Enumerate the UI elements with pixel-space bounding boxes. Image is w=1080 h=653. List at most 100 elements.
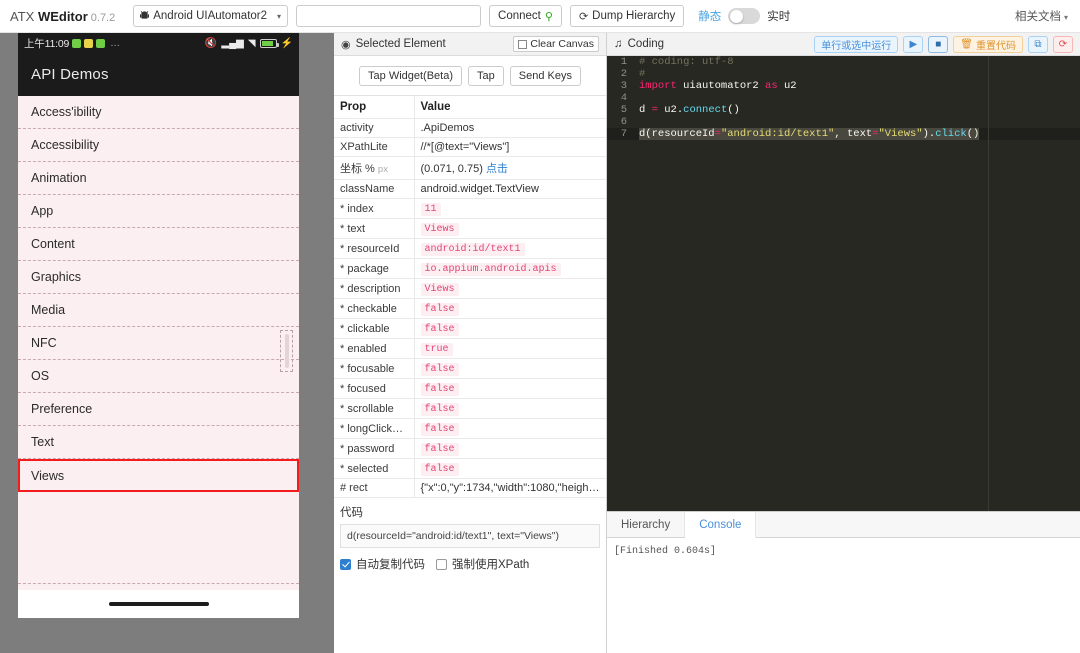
refresh-icon[interactable]: ⟳ xyxy=(1053,35,1073,53)
auto-copy-label[interactable]: 自动复制代码 xyxy=(356,556,425,572)
list-item[interactable]: Access'ibility xyxy=(18,96,299,129)
prop-value: {"x":0,"y":1734,"width":1080,"height":13… xyxy=(413,478,606,498)
prop-key: * resourceId xyxy=(334,238,414,259)
tab-hierarchy[interactable]: Hierarchy xyxy=(607,512,686,537)
list-item[interactable]: Accessibility xyxy=(18,129,299,162)
tab-console[interactable]: Console xyxy=(685,512,757,538)
stop-icon[interactable]: ■ xyxy=(928,35,949,53)
auto-copy-checkbox[interactable] xyxy=(340,558,351,570)
table-row: * selected false xyxy=(334,458,606,479)
device-serial-input[interactable] xyxy=(296,5,482,27)
list-item[interactable]: Media xyxy=(18,294,299,327)
click-coordinate-link[interactable]: 点击 xyxy=(486,163,508,175)
code-token: , text xyxy=(834,128,873,140)
prop-key: * password xyxy=(334,438,414,459)
table-row: * text Views xyxy=(334,218,606,239)
line-number: 1 xyxy=(620,56,627,68)
plug-icon: ⚲ xyxy=(544,10,553,23)
code-line[interactable]: 2 # xyxy=(607,68,1080,80)
list-item[interactable]: OS xyxy=(18,360,299,393)
list-item-selected[interactable]: Views xyxy=(18,459,299,492)
run-selection-button[interactable]: 单行或选中运行 xyxy=(814,35,899,53)
related-docs-menu[interactable]: 相关文档 ▾ xyxy=(1015,8,1068,24)
battery-icon xyxy=(259,39,279,48)
prop-value-chip: Views xyxy=(420,223,459,236)
brand-prefix: ATX xyxy=(10,8,38,24)
force-xpath-checkbox[interactable] xyxy=(436,558,447,570)
console-output-area[interactable]: [Finished 0.604s] xyxy=(607,538,1080,653)
prop-key: * focused xyxy=(334,378,414,399)
prop-value: false xyxy=(413,298,606,319)
brand-name: WEditor xyxy=(37,8,88,24)
list-item[interactable]: NFC xyxy=(18,327,299,360)
line-number: 6 xyxy=(620,116,627,128)
list-item[interactable]: Text xyxy=(18,426,299,459)
chevron-down-icon: ▾ xyxy=(277,11,282,21)
clear-canvas-button[interactable]: Clear Canvas xyxy=(513,36,599,52)
line-number: 7 xyxy=(620,128,627,140)
connect-button[interactable]: Connect ⚲ xyxy=(489,5,562,27)
list-item-label: Views xyxy=(31,468,65,483)
reset-code-button[interactable]: 🗑 重置代码 xyxy=(953,35,1023,53)
code-line[interactable]: 6 xyxy=(607,116,1080,128)
generated-code-box[interactable]: d(resourceId="android:id/text1", text="V… xyxy=(340,524,600,548)
prop-key: activity xyxy=(334,118,414,138)
prop-value-chip: false xyxy=(420,423,459,436)
line-text: import uiautomator2 as u2 xyxy=(633,80,797,92)
statusbar-time: 上午11:09 xyxy=(24,38,70,50)
music-note-icon: ♫ xyxy=(614,38,623,50)
table-row: * package io.appium.android.apis xyxy=(334,258,606,279)
copy-icon[interactable]: ⧉ xyxy=(1028,35,1048,53)
tap-widget-button[interactable]: Tap Widget(Beta) xyxy=(359,66,463,86)
code-line[interactable]: 3 import uiautomator2 as u2 xyxy=(607,80,1080,92)
list-item[interactable]: Preference xyxy=(18,393,299,426)
dump-hierarchy-label: Dump Hierarchy xyxy=(592,10,676,22)
prop-key: * clickable xyxy=(334,318,414,339)
prop-value: .ApiDemos xyxy=(413,118,606,138)
prop-key: # rect xyxy=(334,478,414,498)
code-editor[interactable]: 1 # coding: utf-8 2 # 3 import uiautomator2… xyxy=(607,56,1080,511)
notification-icon-1 xyxy=(72,39,82,48)
code-token: uiautomator2 xyxy=(676,80,766,92)
mode-toggle-switch[interactable] xyxy=(728,8,761,24)
play-icon[interactable]: ▶ xyxy=(903,35,924,53)
send-keys-button[interactable]: Send Keys xyxy=(509,66,581,86)
list-item[interactable]: Animation xyxy=(18,162,299,195)
clear-canvas-label: Clear Canvas xyxy=(530,38,594,50)
device-type-select[interactable]: Android UIAutomator2 ▾ xyxy=(133,5,289,27)
prop-value-chip: false xyxy=(420,443,459,456)
column-header-value: Value xyxy=(413,96,606,119)
dump-hierarchy-button[interactable]: ⟳ Dump Hierarchy xyxy=(569,5,685,27)
prop-key: className xyxy=(334,179,414,199)
prop-key: XPathLite xyxy=(334,137,414,157)
code-token: d(resourceId xyxy=(639,128,715,140)
list-item[interactable]: Content xyxy=(18,228,299,261)
list-item-label: Graphics xyxy=(31,270,82,284)
table-row: # rect {"x":0,"y":1734,"width":1080,"hei… xyxy=(334,478,606,498)
table-row: * focusable false xyxy=(334,358,606,379)
toggle-knob xyxy=(730,9,744,23)
line-text: # coding: utf-8 xyxy=(633,56,734,68)
mode-toggle-group[interactable]: 静态 实时 xyxy=(698,8,790,24)
connect-label: Connect xyxy=(498,10,541,22)
device-type-label: Android UIAutomator2 xyxy=(153,10,268,22)
prop-value-chip: false xyxy=(420,463,459,476)
line-text xyxy=(633,92,639,104)
list-item[interactable]: App xyxy=(18,195,299,228)
device-screen[interactable]: 上午11:09 … 🔇 ▂▄▆ ◥ ⚡ API Demos Access'ibi… xyxy=(18,33,299,618)
table-header-row: Prop Value xyxy=(334,96,606,119)
tap-button[interactable]: Tap xyxy=(468,66,504,86)
code-line[interactable]: 4 xyxy=(607,92,1080,104)
code-token: as xyxy=(765,80,778,92)
code-section-label: 代码 xyxy=(340,507,363,519)
scrollbar-element-outline[interactable] xyxy=(280,330,293,372)
toggle-label-realtime: 实时 xyxy=(767,11,791,23)
prop-key: * scrollable xyxy=(334,398,414,419)
code-line[interactable]: 1 # coding: utf-8 xyxy=(607,56,1080,68)
list-item[interactable]: Graphics xyxy=(18,261,299,294)
prop-value: false xyxy=(413,378,606,399)
code-line-selected[interactable]: 7 d(resourceId="android:id/text1", text="… xyxy=(607,128,1080,140)
force-xpath-label[interactable]: 强制使用XPath xyxy=(452,556,529,572)
trash-icon: 🗑 xyxy=(960,38,973,50)
code-line[interactable]: 5 d = u2.connect() xyxy=(607,104,1080,116)
